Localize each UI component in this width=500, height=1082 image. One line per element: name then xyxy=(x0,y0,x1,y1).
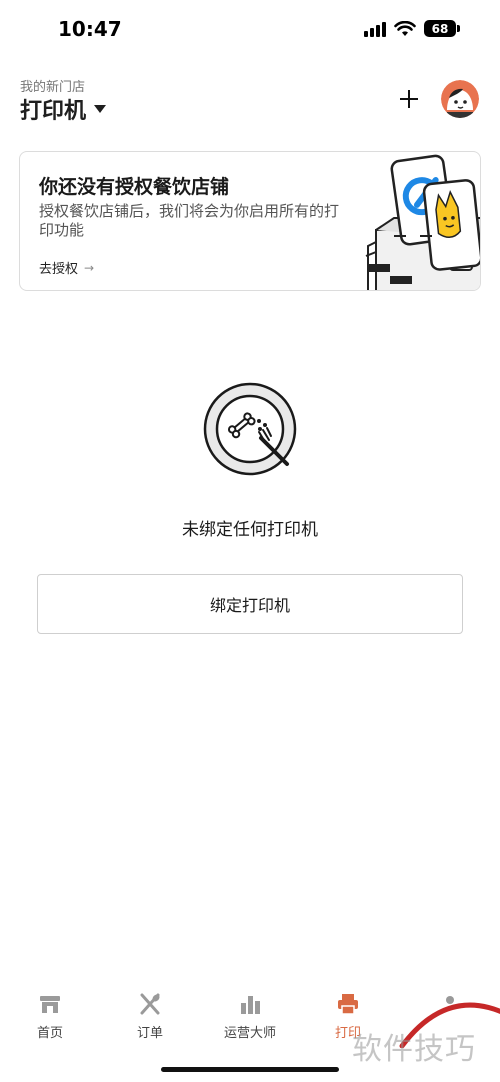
tab-home[interactable]: 首页 xyxy=(10,992,90,1041)
arrow-right-icon: → xyxy=(84,260,95,275)
signal-icon xyxy=(364,21,386,37)
tab-operations[interactable]: 运营大师 xyxy=(210,992,290,1041)
watermark-text: 软件技巧 xyxy=(352,1032,476,1067)
caret-down-icon xyxy=(94,105,107,113)
store-icon xyxy=(40,996,60,1013)
tab-orders[interactable]: 订单 xyxy=(110,992,190,1041)
page-title: 打印机 xyxy=(20,99,87,124)
go-authorize-link[interactable]: 去授权 → xyxy=(39,258,95,278)
wifi-icon xyxy=(394,20,416,36)
plus-icon[interactable] xyxy=(396,86,422,112)
home-indicator xyxy=(161,1067,339,1072)
battery-level: 68 xyxy=(424,20,456,37)
battery-icon: 68 xyxy=(424,20,460,37)
utensils-icon xyxy=(140,993,160,1015)
authorize-store-card[interactable]: 你还没有授权餐饮店铺 授权餐饮店铺后，我们将会为你启用所有的打印功能 去授权 → xyxy=(19,151,481,291)
status-bar: 10:47 68 xyxy=(0,0,500,60)
empty-state-message: 未绑定任何打印机 xyxy=(182,520,318,540)
status-time: 10:47 xyxy=(58,17,122,41)
status-icons: 68 xyxy=(364,20,460,37)
page-header: 我的新门店 打印机 xyxy=(0,60,500,140)
page-title-selector[interactable]: 打印机 xyxy=(20,93,107,125)
auth-card-description: 授权餐饮店铺后，我们将会为你启用所有的打印功能 xyxy=(39,202,340,239)
tab-home-label: 首页 xyxy=(36,1026,63,1041)
printer-illustration xyxy=(365,154,480,290)
auth-card-title: 你还没有授权餐饮店铺 xyxy=(39,176,230,198)
avatar[interactable] xyxy=(441,80,479,118)
tab-operations-label: 运营大师 xyxy=(223,1026,276,1041)
bind-printer-button[interactable]: 绑定打印机 xyxy=(37,574,463,634)
tab-orders-label: 订单 xyxy=(136,1026,163,1041)
printer-icon xyxy=(338,994,358,1015)
go-authorize-label: 去授权 xyxy=(39,262,79,277)
bar-chart-icon xyxy=(241,996,260,1014)
plate-icon xyxy=(203,382,297,476)
